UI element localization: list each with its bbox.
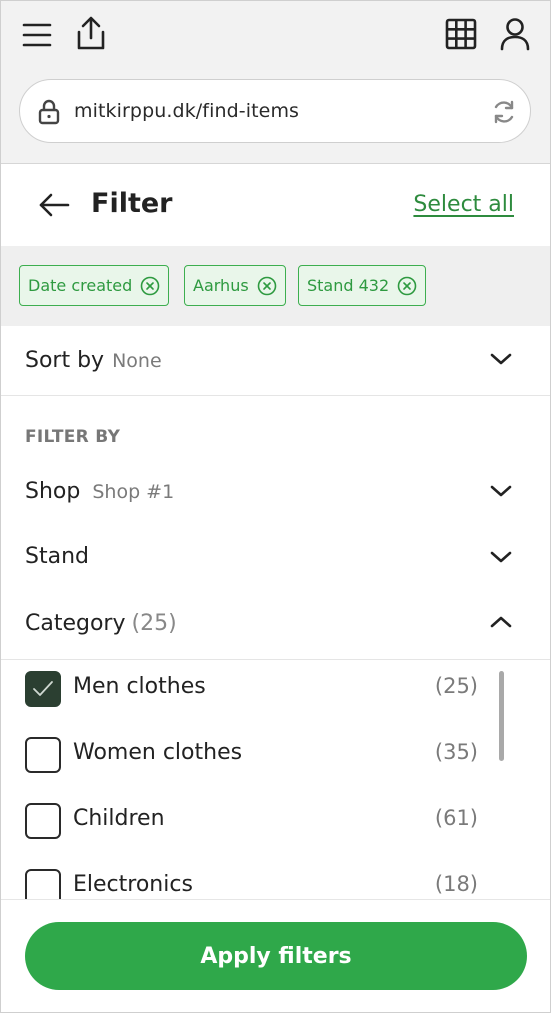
sort-by-value: None — [112, 350, 162, 372]
select-all-link[interactable]: Select all — [413, 192, 514, 217]
remove-chip-icon[interactable] — [397, 276, 417, 296]
category-label: Category — [25, 611, 126, 636]
filter-header: Filter Select all — [1, 164, 550, 246]
option-count: (18) — [434, 872, 478, 896]
chip-label: Aarhus — [193, 276, 249, 295]
back-arrow-icon[interactable] — [37, 190, 71, 220]
chip-aarhus[interactable]: Aarhus — [184, 265, 286, 306]
stand-row[interactable]: Stand — [1, 527, 550, 587]
url-text[interactable]: mitkirppu.dk/find-items — [74, 100, 299, 122]
sort-by-label: Sort by — [25, 348, 105, 373]
checkbox-checked[interactable] — [25, 671, 61, 707]
sort-by-row[interactable]: Sort by None — [1, 327, 550, 395]
chip-stand-432[interactable]: Stand 432 — [298, 265, 427, 306]
stand-label: Stand — [25, 544, 89, 569]
footer-bar: Apply filters — [1, 899, 550, 1012]
option-count: (61) — [434, 806, 478, 830]
category-text: Category (25) — [25, 611, 177, 636]
category-row[interactable]: Category (25) — [1, 593, 550, 659]
address-bar[interactable]: mitkirppu.dk/find-items — [19, 79, 531, 143]
remove-chip-icon[interactable] — [140, 276, 160, 296]
option-count: (25) — [434, 674, 478, 698]
chip-date-created[interactable]: Date created — [19, 265, 170, 306]
chevron-down-icon[interactable] — [490, 351, 512, 370]
category-option-men-clothes[interactable]: Men clothes (25) — [1, 671, 550, 711]
option-label: Men clothes — [73, 674, 206, 699]
lock-icon — [36, 98, 62, 126]
divider — [1, 395, 550, 396]
category-count: (25) — [131, 611, 177, 636]
checkmark-icon — [33, 681, 53, 696]
shop-row[interactable]: Shop Shop #1 — [1, 461, 550, 521]
remove-chip-icon[interactable] — [257, 276, 277, 296]
option-count: (35) — [434, 740, 478, 764]
option-label: Children — [73, 806, 165, 831]
checkbox[interactable] — [25, 803, 61, 839]
reload-icon[interactable] — [490, 98, 518, 126]
chevron-down-icon[interactable] — [490, 549, 512, 568]
user-profile-icon[interactable] — [497, 15, 533, 53]
chip-label: Date created — [28, 276, 133, 295]
grid-icon[interactable] — [443, 16, 479, 52]
shop-label: Shop — [25, 479, 81, 504]
option-label: Electronics — [73, 872, 193, 897]
category-option-children[interactable]: Children (61) — [1, 803, 550, 843]
browser-toolbar: mitkirppu.dk/find-items — [1, 1, 550, 164]
share-icon[interactable] — [73, 15, 109, 53]
menu-icon[interactable] — [19, 17, 55, 53]
category-option-women-clothes[interactable]: Women clothes (35) — [1, 737, 550, 777]
chip-label: Stand 432 — [307, 276, 390, 295]
shop-value: Shop #1 — [92, 481, 175, 503]
phone-frame: mitkirppu.dk/find-items Filter Select al… — [0, 0, 551, 1013]
active-filter-chips: Date created Aarhus Stand 432 — [1, 246, 550, 326]
checkbox[interactable] — [25, 737, 61, 773]
category-scrollbar[interactable] — [499, 671, 504, 901]
filter-by-heading: FILTER BY — [25, 427, 121, 447]
page-title: Filter — [91, 188, 173, 219]
sort-by-text: Sort by None — [25, 348, 162, 373]
scrollbar-thumb[interactable] — [499, 671, 504, 761]
shop-text: Shop Shop #1 — [25, 479, 174, 504]
divider — [1, 659, 550, 660]
option-label: Women clothes — [73, 740, 243, 765]
apply-filters-button[interactable]: Apply filters — [25, 922, 527, 990]
chevron-down-icon[interactable] — [490, 483, 512, 502]
chevron-up-icon[interactable] — [490, 614, 512, 633]
